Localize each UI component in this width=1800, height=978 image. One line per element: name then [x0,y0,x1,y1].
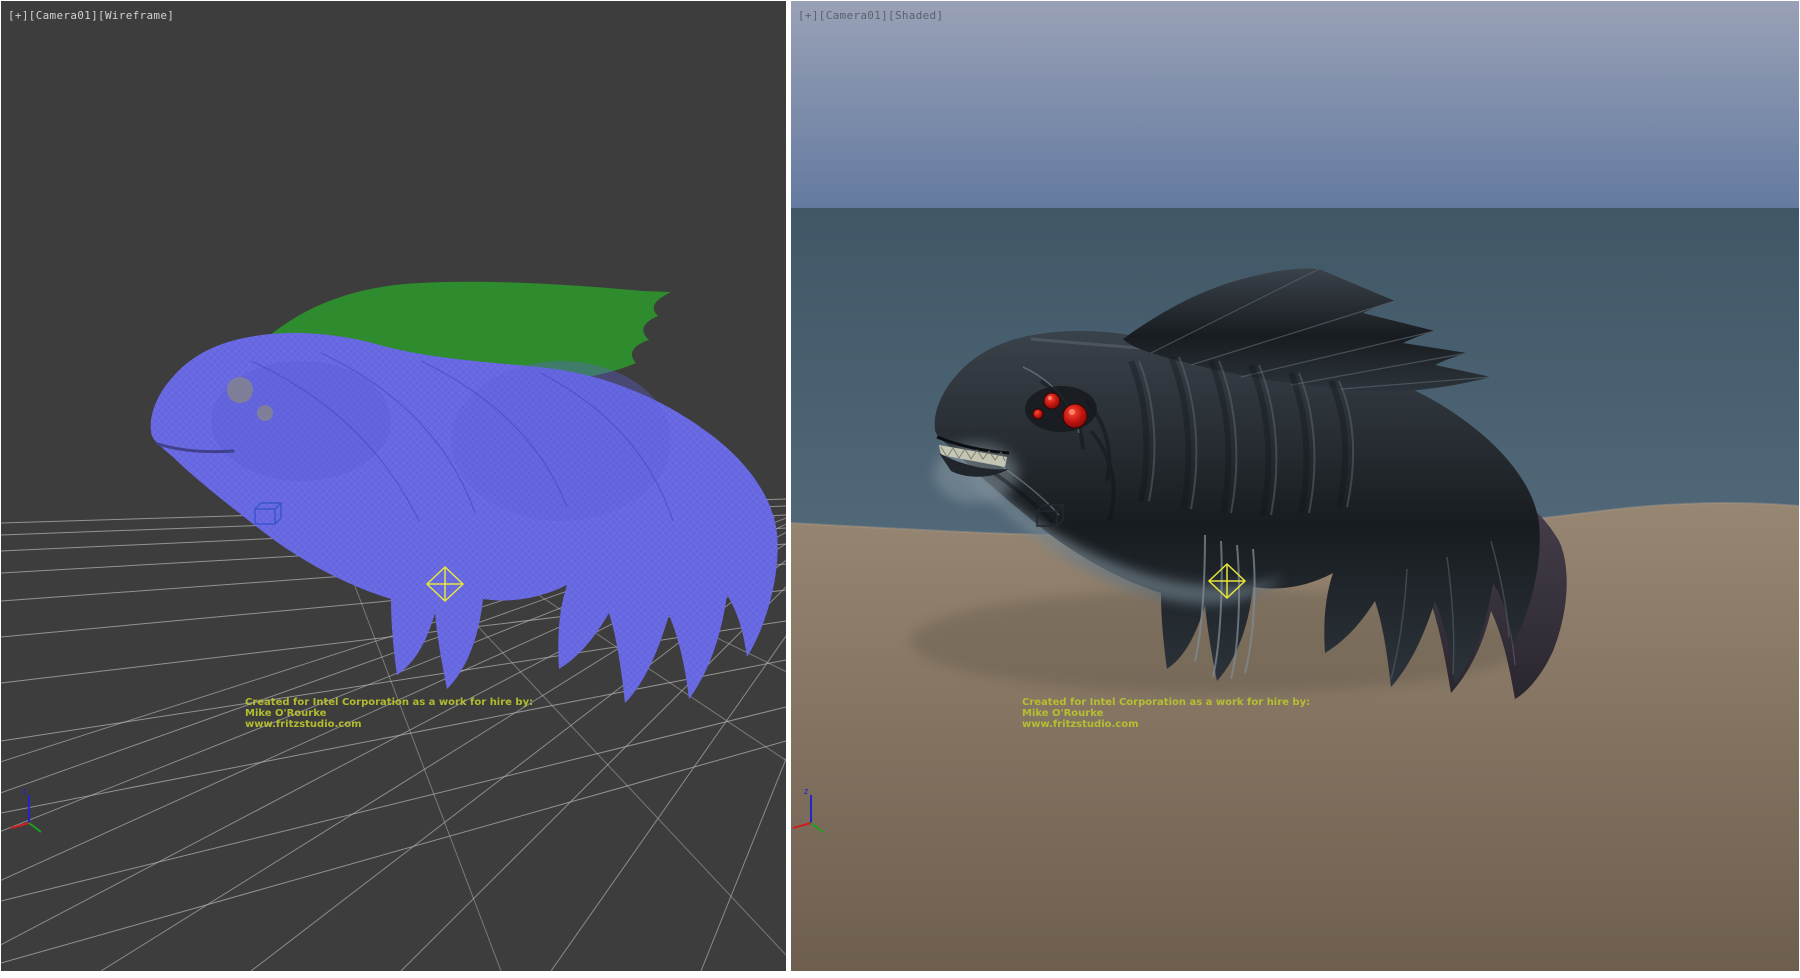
axis-z-label: z [22,786,27,796]
viewport-left[interactable]: z [+][Camera01][Wireframe] Created for I… [1,1,786,971]
wireframe-scene: z [1,1,786,971]
viewport-label: [+][Camera01][Shaded] [798,9,943,22]
eye-icon [227,377,253,403]
viewport-frame: z [+][Camera01][Wireframe] Created for I… [0,0,1800,978]
watermark: Created for Intel Corporation as a work … [1022,697,1310,730]
viewport-label: [+][Camera01][Wireframe] [8,9,174,22]
viewport-menu-button[interactable]: [+] [798,9,819,22]
watermark-line: www.fritzstudio.com [245,719,533,730]
shaded-scene: z [791,1,1799,971]
watermark-line: Created for Intel Corporation as a work … [1022,697,1310,708]
eye-highlight [1069,409,1075,415]
watermark-line: Mike O'Rourke [1022,708,1310,719]
eye-icon [1044,393,1060,409]
viewport-shading-label[interactable]: [Wireframe] [98,9,174,22]
watermark: Created for Intel Corporation as a work … [245,697,533,730]
viewport-right[interactable]: z [+][Camera01][Shaded] Created for Inte… [791,1,1799,971]
viewport-shading-label[interactable]: [Shaded] [888,9,943,22]
axis-z-label: z [804,786,809,796]
watermark-line: Created for Intel Corporation as a work … [245,697,533,708]
watermark-line: Mike O'Rourke [245,708,533,719]
eye-icon [257,405,273,421]
sky [791,1,1799,209]
eye-icon [1063,404,1087,428]
viewport-pov-label[interactable]: [Camera01] [29,9,98,22]
viewport-pov-label[interactable]: [Camera01] [819,9,888,22]
watermark-line: www.fritzstudio.com [1022,719,1310,730]
eye-highlight [1048,396,1052,400]
eye-icon [1033,409,1043,419]
viewport-menu-button[interactable]: [+] [8,9,29,22]
